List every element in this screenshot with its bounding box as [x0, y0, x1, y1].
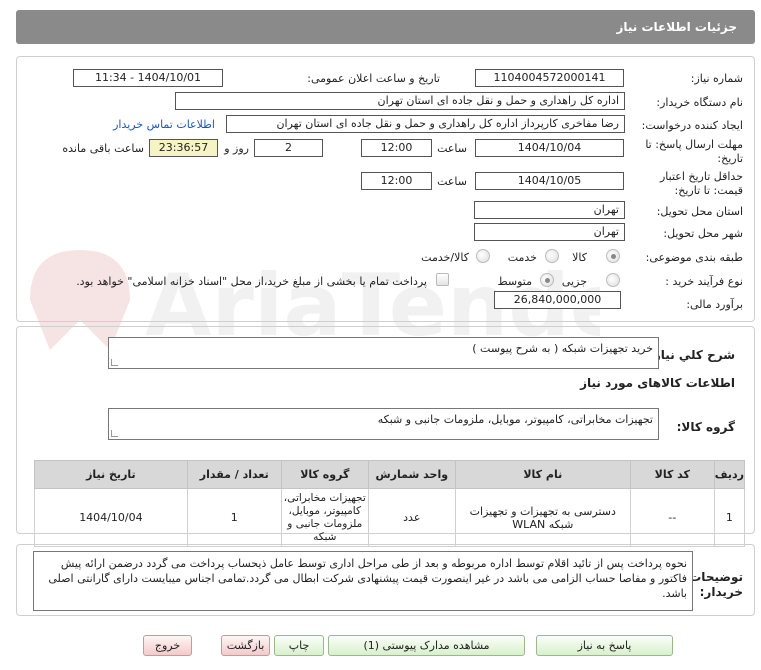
table-row[interactable]: 1 -- دسترسی به تجهیزات و تجهیزات شبکه WL… [34, 488, 746, 547]
col-header-row-number: ردیف [713, 460, 746, 489]
days-label: روز و [224, 142, 249, 155]
buyer-notes-label-1: توضیحات [689, 570, 743, 584]
delivery-province-label: استان محل تحویل: [656, 205, 743, 218]
category-option-goods: کالا [572, 251, 587, 264]
purchase-option-medium: متوسط [497, 275, 532, 288]
page-title: جزئیات اطلاعات نیاز [616, 20, 737, 34]
reply-deadline-label-2: تاریخ: [717, 152, 743, 165]
col-header-name: نام کالا [454, 460, 631, 489]
items-table-wrap: ردیف کد کالا نام کالا واحد شمارش گروه کا… [34, 460, 746, 547]
exit-button[interactable]: خروج [143, 635, 192, 656]
estimate-field[interactable]: 26,840,000,000 [494, 291, 621, 309]
cell-quantity: 1 [186, 488, 282, 547]
estimate-label: برآورد مالی: [686, 298, 743, 311]
summary-text: خرید تجهیزات شبکه ( به شرح پیوست ) [472, 342, 653, 355]
cell-row-number: 1 [713, 488, 746, 547]
goods-group-textarea[interactable]: تجهیزات مخابراتی، کامپیوتر، موبایل، ملزو… [108, 408, 659, 440]
resize-grip-icon[interactable] [111, 359, 118, 366]
buyer-org-field[interactable]: اداره کل راهداری و حمل و نقل جاده ای است… [175, 92, 625, 110]
category-option-goods-service: کالا/خدمت [421, 251, 469, 264]
goods-section-title: اطلاعات کالاهای مورد نیاز [580, 376, 735, 390]
remaining-days-field: 2 [254, 139, 323, 157]
goods-group-label: گروه کالا: [676, 420, 735, 434]
col-header-quantity: تعداد / مقدار [186, 460, 282, 489]
announce-datetime-label: تاریخ و ساعت اعلان عمومی: [307, 72, 440, 85]
treasury-payment-checkbox[interactable] [436, 273, 449, 286]
remaining-time-field: 23:36:57 [149, 139, 218, 157]
category-radio-goods[interactable] [606, 249, 620, 263]
col-header-date: تاریخ نیاز [34, 460, 188, 489]
buyer-org-label: نام دستگاه خریدار: [656, 96, 743, 109]
resize-grip-icon[interactable] [111, 430, 118, 437]
buyer-notes-text: نحوه پرداخت پس از تائید اقلام توسط اداره… [48, 557, 687, 600]
items-table: ردیف کد کالا نام کالا واحد شمارش گروه کا… [34, 460, 746, 547]
cell-name: دسترسی به تجهیزات و تجهیزات شبکه WLAN [454, 488, 631, 547]
announce-datetime-field[interactable]: 1404/10/01 - 11:34 [73, 69, 223, 87]
cell-group: تجهیزات مخابراتی، کامپیوتر، موبایل، ملزو… [280, 488, 369, 547]
buyer-notes-textarea[interactable]: نحوه پرداخت پس از تائید اقلام توسط اداره… [33, 551, 693, 611]
col-header-unit: واحد شمارش [367, 460, 456, 489]
view-attachments-button[interactable]: مشاهده مدارک پیوستی (1) [328, 635, 525, 656]
reply-button[interactable]: پاسخ به نیاز [536, 635, 673, 656]
reply-deadline-label-1: مهلت ارسال پاسخ: تا [645, 138, 743, 151]
table-header-row: ردیف کد کالا نام کالا واحد شمارش گروه کا… [34, 460, 746, 489]
category-label: طبقه بندی موضوعی: [645, 251, 743, 264]
category-radio-goods-service[interactable] [476, 249, 490, 263]
summary-textarea[interactable]: خرید تجهیزات شبکه ( به شرح پیوست ) [108, 337, 659, 369]
buyer-notes-label-2: خریدار: [699, 585, 743, 599]
price-validity-date-field[interactable]: 1404/10/05 [475, 172, 624, 190]
price-validity-time-field[interactable]: 12:00 [361, 172, 432, 190]
price-validity-label-2: قیمت: تا تاریخ: [674, 184, 743, 197]
price-validity-time-label: ساعت [437, 175, 467, 188]
category-radio-service[interactable] [545, 249, 559, 263]
summary-label: شرح کلي نياز: [649, 348, 735, 362]
category-option-service: خدمت [507, 251, 537, 264]
remaining-time-label: ساعت باقی مانده [62, 142, 144, 155]
delivery-province-field[interactable]: تهران [474, 201, 625, 219]
purchase-option-minor: جزیی [561, 275, 587, 288]
back-button[interactable]: بازگشت [221, 635, 270, 656]
delivery-city-field[interactable]: تهران [474, 223, 625, 241]
cell-unit: عدد [367, 488, 456, 547]
print-button[interactable]: چاپ [274, 635, 324, 656]
purchase-radio-medium[interactable] [540, 273, 554, 287]
requester-label: ایجاد کننده درخواست: [641, 119, 743, 132]
col-header-group: گروه کالا [280, 460, 369, 489]
reply-deadline-date-field[interactable]: 1404/10/04 [475, 139, 624, 157]
delivery-city-label: شهر محل تحویل: [663, 227, 743, 240]
page-header: جزئیات اطلاعات نیاز [16, 10, 755, 44]
price-validity-label-1: حداقل تاریخ اعتبار [659, 170, 743, 183]
requester-field[interactable]: رضا مفاخری کارپرداز اداره کل راهداری و ح… [226, 115, 625, 133]
purchase-radio-minor[interactable] [606, 273, 620, 287]
reply-deadline-time-label: ساعت [437, 142, 467, 155]
cell-date: 1404/10/04 [34, 488, 188, 547]
need-number-field[interactable]: 1104004572000141 [475, 69, 624, 87]
purchase-type-label: نوع فرآیند خرید : [665, 275, 743, 288]
treasury-payment-note: پرداخت تمام یا بخشی از مبلغ خرید،از محل … [76, 275, 427, 288]
need-number-label: شماره نیاز: [690, 72, 743, 85]
col-header-code: کد کالا [629, 460, 715, 489]
goods-group-text: تجهیزات مخابراتی، کامپیوتر، موبایل، ملزو… [377, 413, 653, 426]
buyer-contact-link[interactable]: اطلاعات تماس خریدار [113, 118, 215, 131]
cell-code: -- [629, 488, 715, 547]
reply-deadline-time-field[interactable]: 12:00 [361, 139, 432, 157]
